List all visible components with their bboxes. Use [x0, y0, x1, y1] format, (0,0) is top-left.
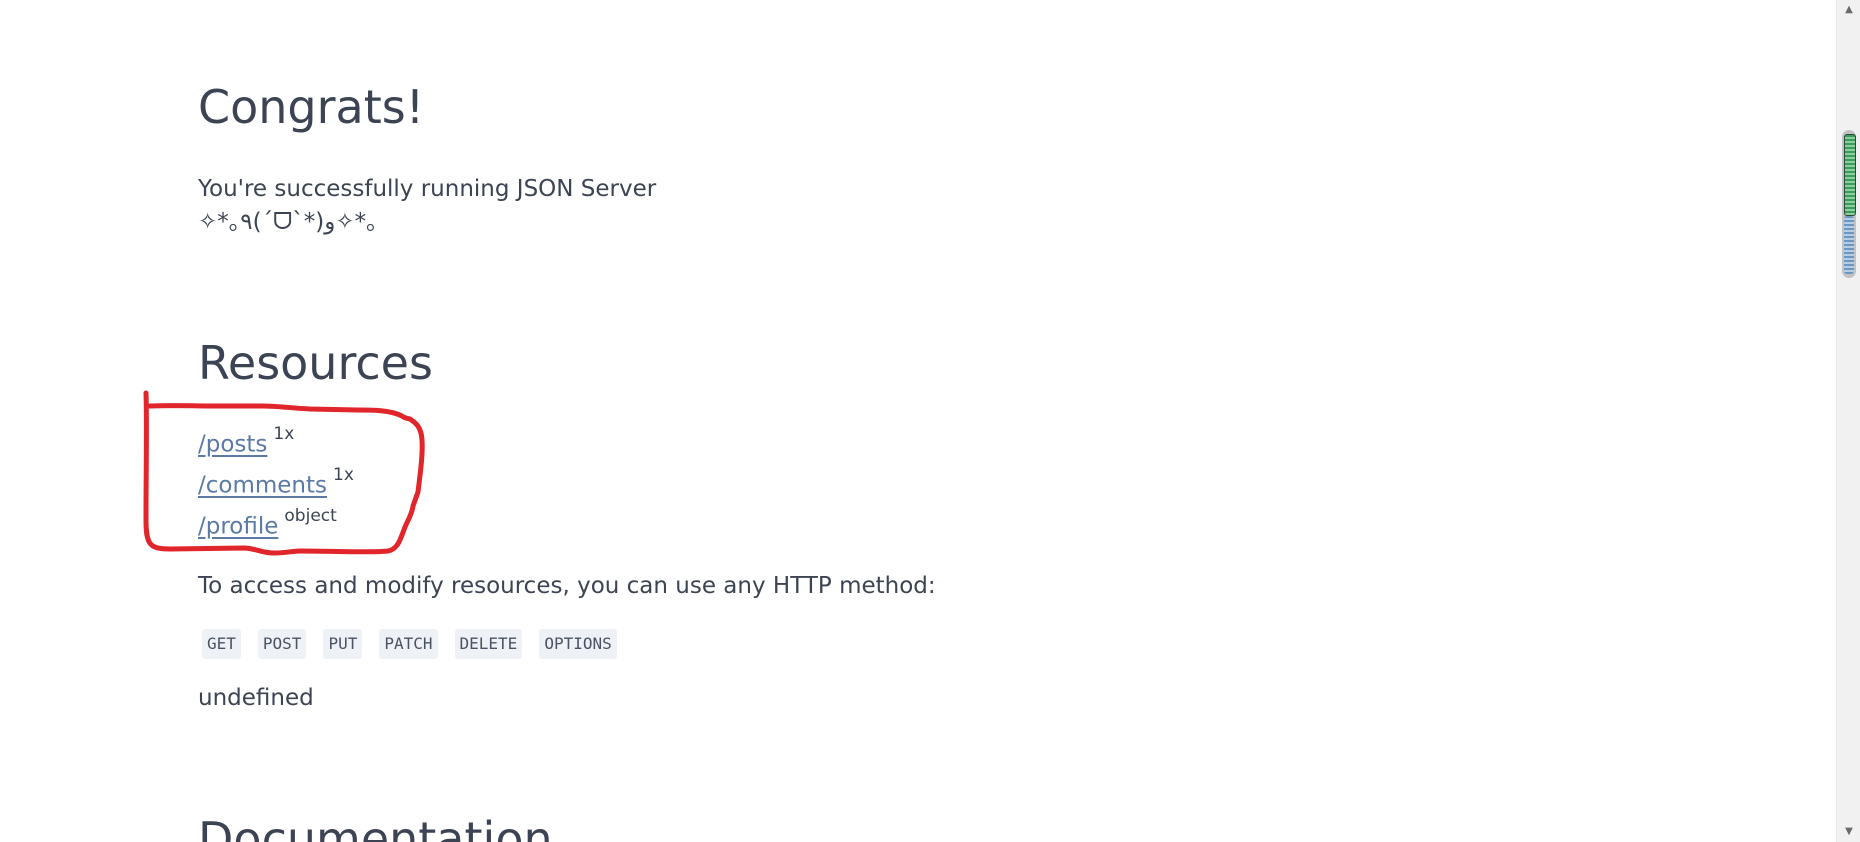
resource-badge-profile: object: [284, 506, 337, 526]
scroll-marker-blue: [1844, 216, 1854, 274]
resource-list: /posts 1x /comments 1x /profile object: [198, 424, 354, 551]
resource-link-profile[interactable]: /profile: [198, 514, 278, 540]
congrats-heading: Congrats!: [198, 80, 425, 134]
method-delete: DELETE: [454, 629, 523, 659]
resource-badge-comments: 1x: [333, 465, 354, 485]
scrollbar-thumb[interactable]: [1842, 130, 1856, 278]
method-options: OPTIONS: [539, 629, 617, 659]
kaomoji: ✧*｡٩(ˊᗜˋ*)و✧*｡: [198, 209, 378, 235]
scroll-up-arrow-icon[interactable]: ▲: [1837, 0, 1860, 20]
method-put: PUT: [323, 629, 363, 659]
resource-link-comments[interactable]: /comments: [198, 473, 327, 499]
resource-item-profile: /profile object: [198, 506, 354, 551]
scroll-down-arrow-icon[interactable]: ▼: [1837, 822, 1860, 842]
tagline: You're successfully running JSON Server …: [198, 173, 656, 239]
method-get: GET: [202, 629, 241, 659]
resource-item-comments: /comments 1x: [198, 465, 354, 510]
http-method-list: GET POST PUT PATCH DELETE OPTIONS: [202, 629, 634, 659]
tagline-text: You're successfully running JSON Server: [198, 176, 657, 202]
resource-item-posts: /posts 1x: [198, 424, 354, 469]
scroll-marker-green: [1844, 134, 1856, 216]
method-post: POST: [257, 629, 307, 659]
resource-link-posts[interactable]: /posts: [198, 432, 267, 458]
page: Congrats! You're successfully running JS…: [0, 0, 1836, 842]
documentation-heading: Documentation: [198, 812, 553, 842]
method-patch: PATCH: [379, 629, 438, 659]
resources-heading: Resources: [198, 336, 433, 390]
vertical-scrollbar[interactable]: ▲ ▼: [1836, 0, 1860, 842]
undefined-text: undefined: [198, 685, 314, 711]
resource-badge-posts: 1x: [273, 424, 295, 444]
access-text: To access and modify resources, you can …: [198, 573, 936, 599]
